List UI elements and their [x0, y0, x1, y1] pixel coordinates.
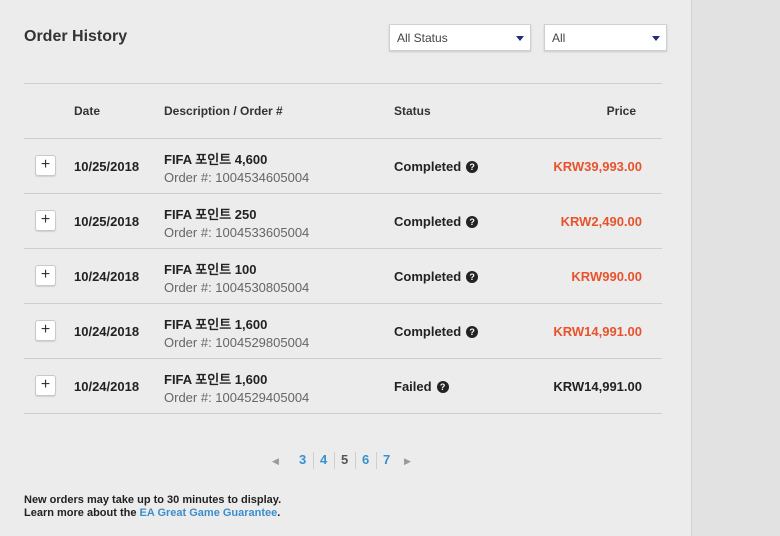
expand-row-button[interactable]: +	[35, 375, 56, 396]
pagination-divider	[334, 452, 335, 469]
footer-note-line1: New orders may take up to 30 minutes to …	[24, 494, 282, 506]
order-status-text: Completed	[394, 269, 462, 284]
order-status: Completed?	[394, 159, 479, 174]
table-row: + 10/24/2018 FIFA 포인트 100 Order #: 10045…	[24, 249, 662, 304]
page-current-5: 5	[341, 452, 349, 467]
footer-note-line2: Learn more about the EA Great Game Guara…	[24, 507, 281, 520]
pagination-divider	[376, 452, 377, 469]
order-number: Order #: 1004530805004	[164, 280, 310, 295]
table-row: + 10/25/2018 FIFA 포인트 250 Order #: 10045…	[24, 194, 662, 249]
order-description: FIFA 포인트 4,600	[164, 152, 268, 167]
table-row: + 10/25/2018 FIFA 포인트 4,600 Order #: 100…	[24, 139, 662, 194]
order-status-text: Completed	[394, 214, 462, 229]
expand-row-button[interactable]: +	[35, 320, 56, 341]
order-date: 10/25/2018	[74, 159, 140, 174]
status-filter-select[interactable]: All Status	[389, 24, 531, 51]
order-status-text: Completed	[394, 159, 462, 174]
order-history-panel: Order History All Status All Date Descri…	[0, 0, 692, 536]
order-price: KRW990.00	[571, 269, 642, 284]
order-price: KRW14,991.00	[553, 324, 642, 339]
help-icon[interactable]: ?	[466, 271, 479, 283]
column-header-description: Description / Order #	[164, 104, 283, 118]
order-price: KRW39,993.00	[553, 159, 642, 174]
order-status-text: Failed	[394, 379, 432, 394]
period-filter-select[interactable]: All	[544, 24, 667, 51]
column-header-date: Date	[74, 104, 101, 118]
order-status: Completed?	[394, 214, 479, 229]
column-header-price: Price	[606, 104, 636, 118]
column-header-status: Status	[394, 104, 431, 118]
expand-row-button[interactable]: +	[35, 265, 56, 286]
order-description: FIFA 포인트 100	[164, 262, 257, 277]
page-link-7[interactable]: 7	[383, 452, 390, 467]
order-number: Order #: 1004533605004	[164, 225, 310, 240]
table-row: + 10/24/2018 FIFA 포인트 1,600 Order #: 100…	[24, 359, 662, 414]
dropdown-arrow-icon	[652, 36, 660, 41]
order-status-text: Completed	[394, 324, 462, 339]
order-date: 10/24/2018	[74, 269, 140, 284]
order-price: KRW14,991.00	[553, 379, 642, 394]
order-number: Order #: 1004529405004	[164, 390, 310, 405]
help-icon[interactable]: ?	[466, 326, 479, 338]
pagination-divider	[313, 452, 314, 469]
help-icon[interactable]: ?	[436, 381, 449, 393]
page-title: Order History	[24, 28, 128, 45]
dropdown-arrow-icon	[516, 36, 524, 41]
footer-note-suffix: .	[277, 507, 281, 519]
table-row: + 10/24/2018 FIFA 포인트 1,600 Order #: 100…	[24, 304, 662, 359]
order-number: Order #: 1004529805004	[164, 335, 310, 350]
period-filter-value: All	[552, 31, 566, 45]
table-header: Date Description / Order # Status Price	[24, 84, 662, 139]
order-date: 10/25/2018	[74, 214, 140, 229]
order-price: KRW2,490.00	[560, 214, 642, 229]
page-link-3[interactable]: 3	[299, 452, 306, 467]
order-description: FIFA 포인트 1,600	[164, 372, 268, 387]
right-gutter	[693, 0, 780, 536]
pagination-divider	[355, 452, 356, 469]
order-description: FIFA 포인트 1,600	[164, 317, 268, 332]
order-table: Date Description / Order # Status Price …	[24, 83, 662, 414]
footer-note-prefix: Learn more about the	[24, 507, 140, 519]
prev-page-icon[interactable]: ◀	[272, 456, 279, 467]
page-link-6[interactable]: 6	[362, 452, 369, 467]
order-status: Completed?	[394, 269, 479, 284]
status-filter-value: All Status	[397, 31, 448, 45]
order-description: FIFA 포인트 250	[164, 207, 257, 222]
expand-row-button[interactable]: +	[35, 210, 56, 231]
order-status: Completed?	[394, 324, 479, 339]
order-date: 10/24/2018	[74, 379, 140, 394]
help-icon[interactable]: ?	[466, 161, 479, 173]
expand-row-button[interactable]: +	[35, 155, 56, 176]
footer-note: New orders may take up to 30 minutes to …	[24, 494, 281, 520]
order-status: Failed?	[394, 379, 449, 394]
guarantee-link[interactable]: EA Great Game Guarantee	[140, 507, 278, 519]
order-number: Order #: 1004534605004	[164, 170, 310, 185]
order-date: 10/24/2018	[74, 324, 140, 339]
page-link-4[interactable]: 4	[320, 452, 327, 467]
help-icon[interactable]: ?	[466, 216, 479, 228]
next-page-icon[interactable]: ▶	[404, 456, 411, 467]
